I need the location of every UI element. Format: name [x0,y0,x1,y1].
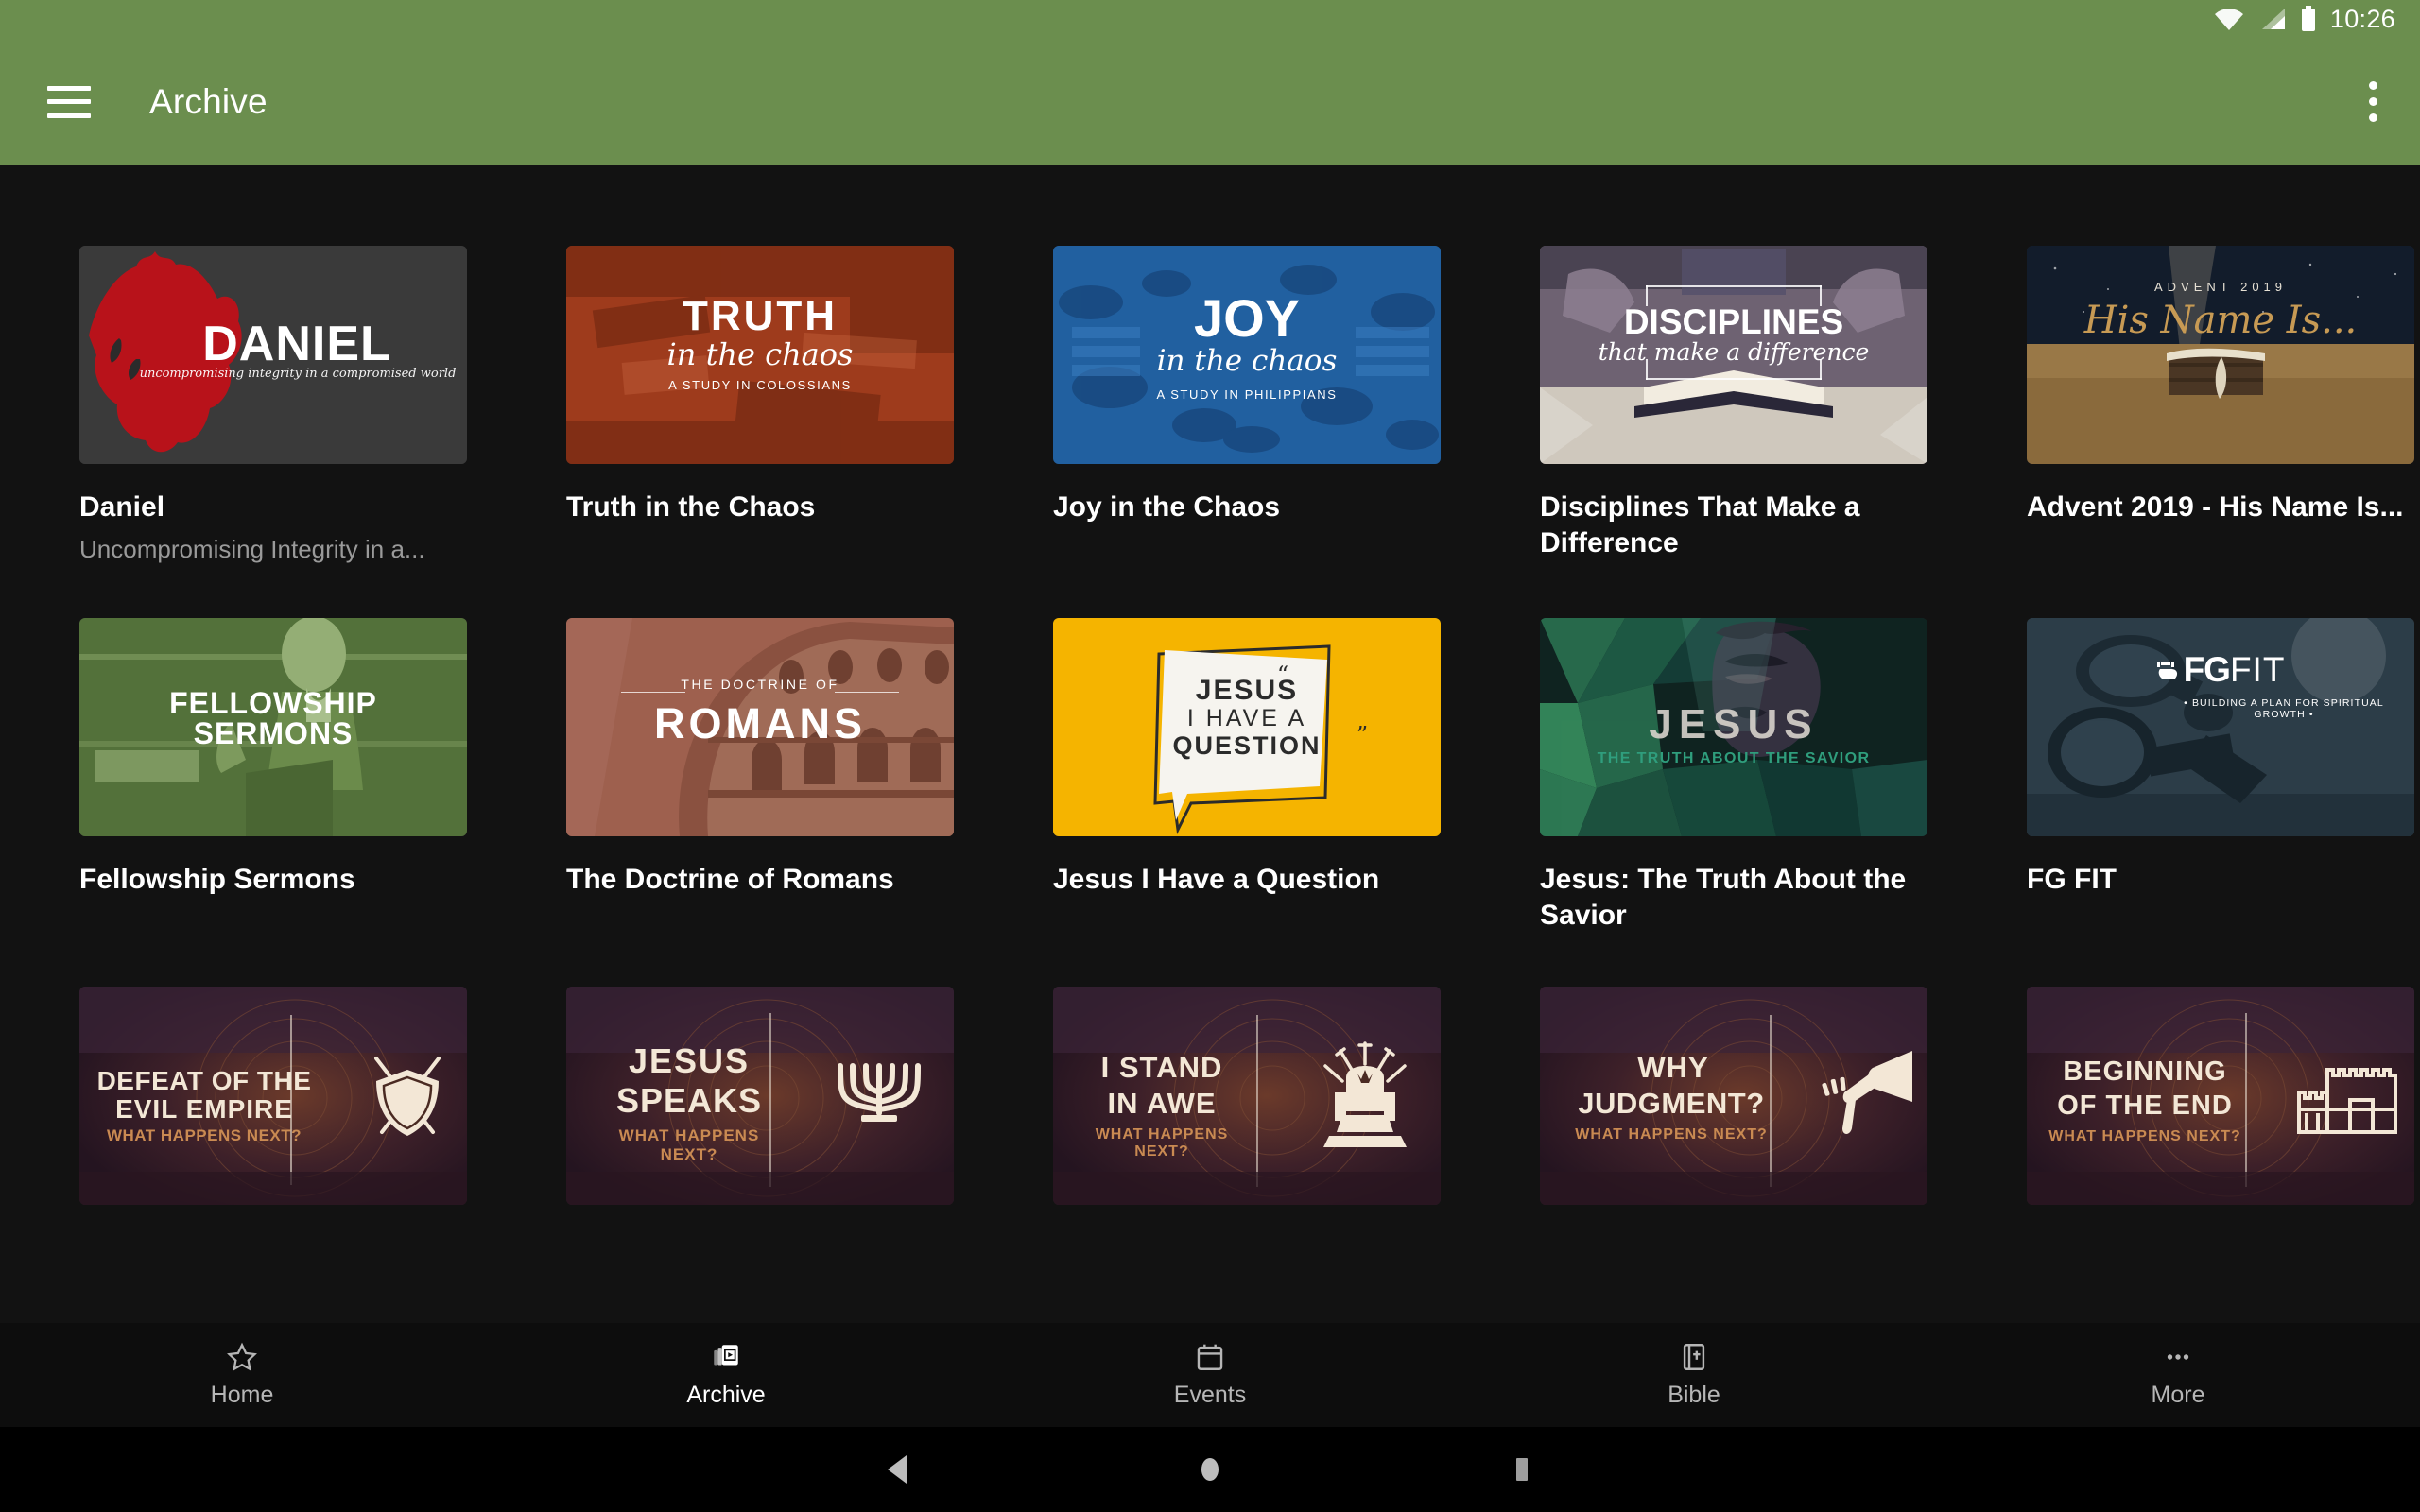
series-card[interactable]: BEGINNING OF THE END WHAT HAPPENS NEXT? [2027,987,2414,1206]
fgfit-art[interactable]: FGFIT • BUILDING A PLAN FOR SPIRITUAL GR… [2027,617,2414,836]
series-card[interactable]: DANIEL uncompromising integrity in a com… [79,246,467,565]
series-card[interactable]: THE DOCTRINE OF ROMANS The Doctrine of R… [566,617,954,935]
series-card[interactable]: DEFEAT OF THE EVIL EMPIRE WHAT HAPPENS N… [79,987,467,1206]
cell-signal-icon [2258,7,2287,31]
back-triangle-icon[interactable] [884,1453,912,1486]
series-subtitle: Uncompromising Integrity in a... [79,535,425,564]
nav-item-home[interactable]: Home [0,1341,484,1409]
series-card[interactable]: WHY JUDGMENT? WHAT HAPPENS NEXT? [1540,987,1927,1206]
recents-square-icon[interactable] [1508,1453,1536,1486]
question-art[interactable]: “ ” JESUS I HAVE A QUESTION [1053,617,1441,836]
nav-item-archive[interactable]: Archive [484,1341,968,1409]
video-library-icon [710,1341,742,1373]
archive-grid-scroll[interactable]: DANIEL uncompromising integrity in a com… [0,165,2420,1323]
battery-icon [2300,6,2317,32]
calendar-icon [1194,1341,1226,1373]
android-system-bar [0,1427,2420,1512]
disciplines-art[interactable]: DISCIPLINES that make a difference [1540,246,1927,464]
evil-empire-art[interactable]: DEFEAT OF THE EVIL EMPIRE WHAT HAPPENS N… [79,987,467,1206]
hamburger-menu-icon[interactable] [47,85,91,118]
series-card[interactable]: DISCIPLINES that make a difference Disci… [1540,246,1927,565]
throne-icon [1323,1041,1407,1148]
bottom-navigation: Home Archive Events Bible More [0,1323,2420,1427]
series-card[interactable]: “ ” JESUS I HAVE A QUESTION Jesus I Have… [1053,617,1441,935]
page-title: Archive [149,81,268,121]
nav-item-events[interactable]: Events [968,1341,1452,1409]
series-title: Joy in the Chaos [1053,491,1281,523]
temple-icon [2297,1068,2397,1135]
menorah-icon [838,1063,921,1123]
series-title: The Doctrine of Romans [566,863,894,895]
series-title: Advent 2019 - His Name Is... [2027,491,2404,523]
series-title: Disciplines That Make a Difference [1540,491,1860,559]
nav-label: More [2151,1382,2205,1408]
home-circle-icon[interactable] [1196,1453,1224,1486]
daniel-art[interactable]: DANIEL uncompromising integrity in a com… [79,246,467,464]
romans-art[interactable]: THE DOCTRINE OF ROMANS [566,617,954,836]
series-grid: DANIEL uncompromising integrity in a com… [0,165,2420,1206]
truth-art[interactable]: TRUTH in the chaos A STUDY IN COLOSSIANS [566,246,954,464]
series-card[interactable]: JOY in the chaos A STUDY IN PHILIPPIANS … [1053,246,1441,565]
series-card[interactable]: JESUS SPEAKS WHAT HAPPENS NEXT? [566,987,954,1206]
series-card[interactable]: I STAND IN AWE WHAT HAPPENS NEXT? [1053,987,1441,1206]
series-title: Daniel [79,491,165,523]
series-title: FG FIT [2027,863,2117,895]
fellowship-art[interactable]: FELLOWSHIP SERMONS [79,617,467,836]
status-time: 10:26 [2329,4,2395,33]
joy-art[interactable]: JOY in the chaos A STUDY IN PHILIPPIANS [1053,246,1441,464]
series-card[interactable]: ADVENT 2019 His Name Is... Advent 2019 -… [2027,246,2414,565]
stand-in-awe-art[interactable]: I STAND IN AWE WHAT HAPPENS NEXT? [1053,987,1441,1206]
savior-art[interactable]: JESUS THE TRUTH ABOUT THE SAVIOR [1540,617,1927,836]
series-title: Truth in the Chaos [566,491,816,523]
wifi-icon [2213,7,2245,31]
series-title: Fellowship Sermons [79,863,355,895]
advent-art[interactable]: ADVENT 2019 His Name Is... [2027,246,2414,464]
series-card[interactable]: JESUS THE TRUTH ABOUT THE SAVIOR Jesus: … [1540,617,1927,935]
nav-label: Home [210,1382,274,1408]
series-title: Jesus I Have a Question [1053,863,1380,895]
nav-label: Bible [1668,1382,1720,1408]
series-card[interactable]: FELLOWSHIP SERMONS Fellowship Sermons [79,617,467,935]
nav-item-bible[interactable]: Bible [1452,1341,1936,1409]
app-bar: Archive [0,38,2420,165]
bible-book-icon [1678,1341,1710,1373]
shield-and-swords-icon [374,1057,441,1137]
why-judgment-art[interactable]: WHY JUDGMENT? WHAT HAPPENS NEXT? [1540,987,1927,1206]
trumpet-icon [1822,1051,1912,1135]
overflow-menu-icon[interactable] [2369,81,2378,122]
beginning-of-end-art[interactable]: BEGINNING OF THE END WHAT HAPPENS NEXT? [2027,987,2414,1206]
nav-item-more[interactable]: More [1936,1341,2420,1409]
more-dots-icon [2162,1341,2194,1373]
series-card[interactable]: TRUTH in the chaos A STUDY IN COLOSSIANS… [566,246,954,565]
nav-label: Events [1173,1382,1247,1408]
nav-label: Archive [686,1382,766,1408]
status-bar: 10:26 [0,0,2420,38]
star-outline-icon [226,1341,258,1373]
series-title: Jesus: The Truth About the Savior [1540,863,1907,931]
series-card[interactable]: FGFIT • BUILDING A PLAN FOR SPIRITUAL GR… [2027,617,2414,935]
jesus-speaks-art[interactable]: JESUS SPEAKS WHAT HAPPENS NEXT? [566,987,954,1206]
